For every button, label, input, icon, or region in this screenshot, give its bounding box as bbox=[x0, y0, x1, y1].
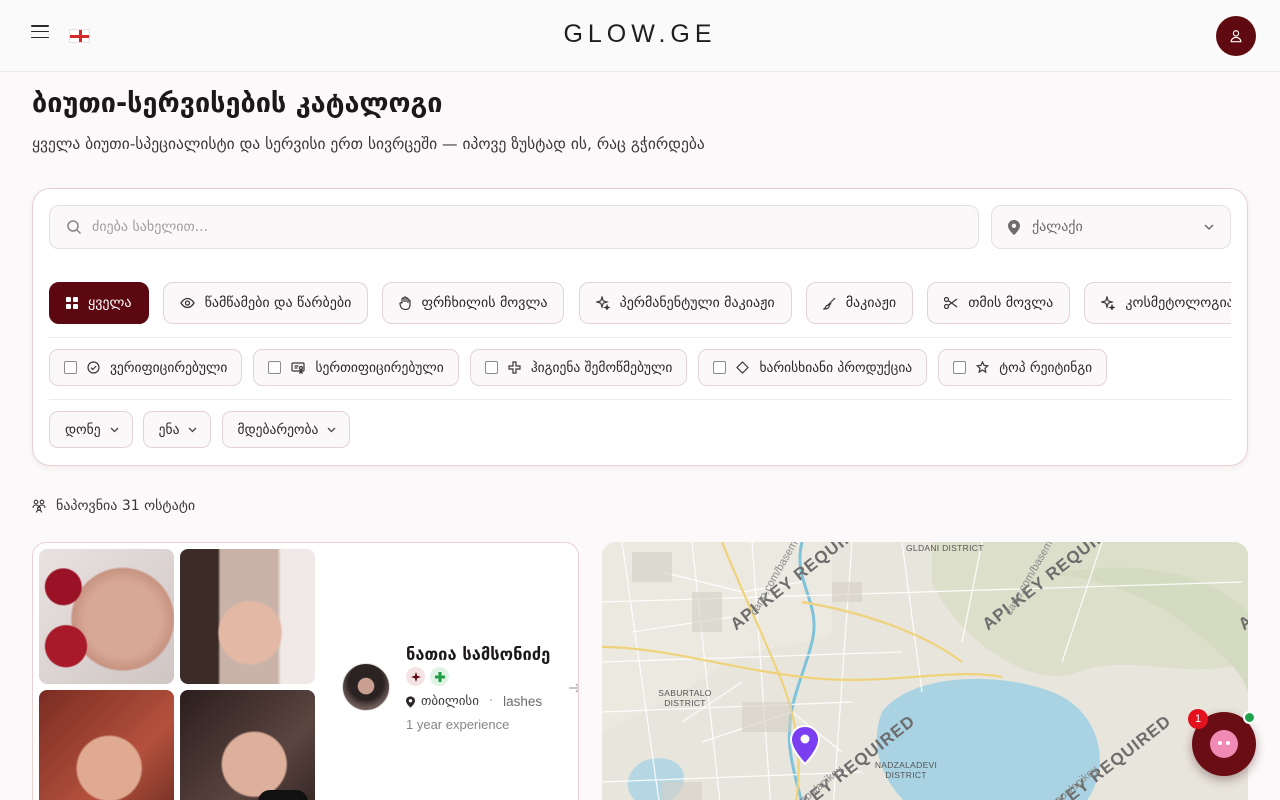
filter-panel: ქალაქი ყველა წამწამები და წარბები ფრჩხილ… bbox=[32, 188, 1248, 466]
sparkle-icon bbox=[595, 296, 610, 310]
chat-bot-icon bbox=[1210, 730, 1238, 758]
online-status-dot bbox=[1243, 711, 1256, 724]
master-avatar[interactable] bbox=[342, 663, 390, 711]
city-select-label: ქალაქი bbox=[1032, 219, 1083, 235]
category-chip-hair[interactable]: თმის მოვლა bbox=[927, 282, 1071, 324]
city-select[interactable]: ქალაქი bbox=[991, 205, 1231, 249]
page-subtitle: ყველა ბიუთი-სპეციალისტი და სერვისი ერთ ს… bbox=[32, 135, 705, 153]
category-chip-label: ყველა bbox=[88, 295, 132, 311]
attribute-filters: ვერიფიცირებული სერთიფიცირებული ჰიგიენა შ… bbox=[49, 349, 1113, 386]
chevron-down-icon bbox=[188, 427, 197, 433]
star-icon bbox=[976, 361, 990, 374]
map-marker-icon[interactable] bbox=[789, 725, 821, 765]
filter-label: ხარისხიანი პროდუქცია bbox=[759, 359, 913, 376]
chevron-down-icon bbox=[110, 427, 119, 433]
dropdown-label: მდებარეობა bbox=[237, 421, 319, 438]
map-district-label: NADZALADEVI DISTRICT bbox=[874, 760, 938, 780]
level-dropdown[interactable]: დონე bbox=[49, 411, 133, 448]
category-chip-makeup[interactable]: მაკიაჟი bbox=[805, 282, 914, 324]
category-chip-label: თმის მოვლა bbox=[968, 295, 1054, 311]
filter-certified[interactable]: სერთიფიცირებული bbox=[253, 349, 459, 386]
checkbox[interactable] bbox=[953, 361, 967, 374]
filter-verified[interactable]: ვერიფიცირებული bbox=[49, 349, 243, 386]
diamond-icon bbox=[736, 361, 750, 374]
page-title: ბიუთი-სერვისების კატალოგი bbox=[32, 88, 443, 119]
language-dropdown[interactable]: ენა bbox=[142, 411, 212, 448]
master-badges bbox=[406, 667, 454, 686]
filter-label: ჰიგიენა შემოწმებული bbox=[530, 359, 673, 376]
user-icon bbox=[1230, 30, 1242, 43]
filter-quality-products[interactable]: ხარისხიანი პროდუქცია bbox=[698, 349, 928, 386]
category-chip-label: კოსმეტოლოგია და bbox=[1125, 295, 1231, 311]
arrow-right-icon[interactable] bbox=[568, 681, 579, 695]
brush-icon bbox=[822, 297, 836, 310]
dropdown-filters: დონე ენა მდებარეობა bbox=[49, 411, 355, 448]
search-box[interactable] bbox=[49, 205, 979, 249]
master-specialty: lashes bbox=[503, 694, 543, 709]
filter-hygiene[interactable]: ჰიგიენა შემოწმებული bbox=[469, 349, 688, 386]
category-chip-permanent-makeup[interactable]: პერმანენტული მაკიაჟი bbox=[578, 282, 792, 324]
grid-icon bbox=[66, 297, 78, 309]
master-city: თბილისი bbox=[421, 694, 479, 709]
filter-label: სერთიფიცირებული bbox=[315, 359, 444, 376]
category-chip-lashes[interactable]: წამწამები და წარბები bbox=[162, 282, 369, 324]
master-location: თბილისი · lashes bbox=[406, 694, 542, 709]
portfolio-photo[interactable] bbox=[39, 549, 174, 684]
plus-badge-icon bbox=[508, 361, 521, 374]
master-experience: 1 year experience bbox=[406, 717, 510, 732]
results-count: ნაპოვნია 31 ოსტატი bbox=[32, 498, 195, 514]
dropdown-label: დონე bbox=[65, 421, 101, 438]
checkbox[interactable] bbox=[64, 361, 77, 374]
brand-logo[interactable]: GLOW.GE bbox=[0, 20, 1280, 49]
hygiene-badge bbox=[430, 667, 449, 686]
scissors-icon bbox=[944, 297, 958, 309]
map-view[interactable]: GLDANI DISTRICT SABURTALO DISTRICT NADZA… bbox=[602, 542, 1248, 800]
portfolio-photo[interactable] bbox=[39, 690, 174, 800]
users-icon bbox=[32, 499, 46, 513]
certificate-icon bbox=[291, 361, 306, 374]
category-chip-label: ფრჩხილის მოვლა bbox=[421, 295, 548, 311]
master-card[interactable]: ნათია სამსონიძე თბილისი · lashes 1 year … bbox=[32, 542, 579, 800]
separator-dot: · bbox=[488, 694, 494, 709]
checkbox[interactable] bbox=[484, 361, 498, 374]
top-navigation: GLOW.GE bbox=[0, 0, 1280, 72]
location-pin-icon bbox=[406, 695, 415, 708]
search-icon bbox=[67, 220, 82, 235]
category-chip-label: პერმანენტული მაკიაჟი bbox=[619, 295, 775, 311]
checkbox[interactable] bbox=[268, 361, 282, 374]
location-dropdown[interactable]: მდებარეობა bbox=[221, 411, 351, 448]
checkbox[interactable] bbox=[713, 361, 727, 374]
portfolio-photo[interactable] bbox=[180, 549, 315, 684]
sparkle-icon bbox=[1101, 296, 1116, 310]
location-pin-icon bbox=[1008, 219, 1020, 235]
category-chip-cosmetology[interactable]: კოსმეტოლოგია და bbox=[1084, 282, 1231, 324]
eye-icon bbox=[179, 297, 195, 309]
dropdown-label: ენა bbox=[158, 421, 180, 438]
category-chip-all[interactable]: ყველა bbox=[49, 282, 149, 324]
filter-label: ტოპ რეიტინგი bbox=[999, 359, 1093, 376]
check-circle-icon bbox=[87, 361, 100, 374]
category-chip-nails[interactable]: ფრჩხილის მოვლა bbox=[382, 282, 565, 324]
user-account-button[interactable] bbox=[1216, 16, 1256, 56]
chevron-down-icon bbox=[327, 427, 336, 433]
portfolio-photo[interactable] bbox=[180, 690, 315, 800]
category-chip-label: მაკიაჟი bbox=[845, 295, 897, 311]
results-count-text: ნაპოვნია 31 ოსტატი bbox=[56, 498, 196, 514]
plus-icon bbox=[434, 671, 445, 682]
master-name[interactable]: ნათია სამსონიძე bbox=[406, 645, 550, 664]
sparkle-icon bbox=[410, 671, 421, 682]
filter-top-rated[interactable]: ტოპ რეიტინგი bbox=[938, 349, 1108, 386]
divider bbox=[49, 399, 1231, 400]
chevron-down-icon bbox=[1204, 224, 1214, 231]
filter-label: ვერიფიცირებული bbox=[110, 359, 228, 376]
certified-badge bbox=[406, 667, 425, 686]
hand-icon bbox=[399, 296, 412, 310]
category-tabs: ყველა წამწამები და წარბები ფრჩხილის მოვლ… bbox=[49, 282, 1231, 325]
chat-unread-badge: 1 bbox=[1188, 709, 1208, 729]
map-district-label: GLDANI DISTRICT bbox=[906, 543, 984, 553]
map-district-label: SABURTALO DISTRICT bbox=[658, 688, 712, 708]
divider bbox=[49, 337, 1231, 338]
search-input[interactable] bbox=[92, 219, 952, 235]
category-chip-label: წამწამები და წარბები bbox=[204, 295, 352, 311]
